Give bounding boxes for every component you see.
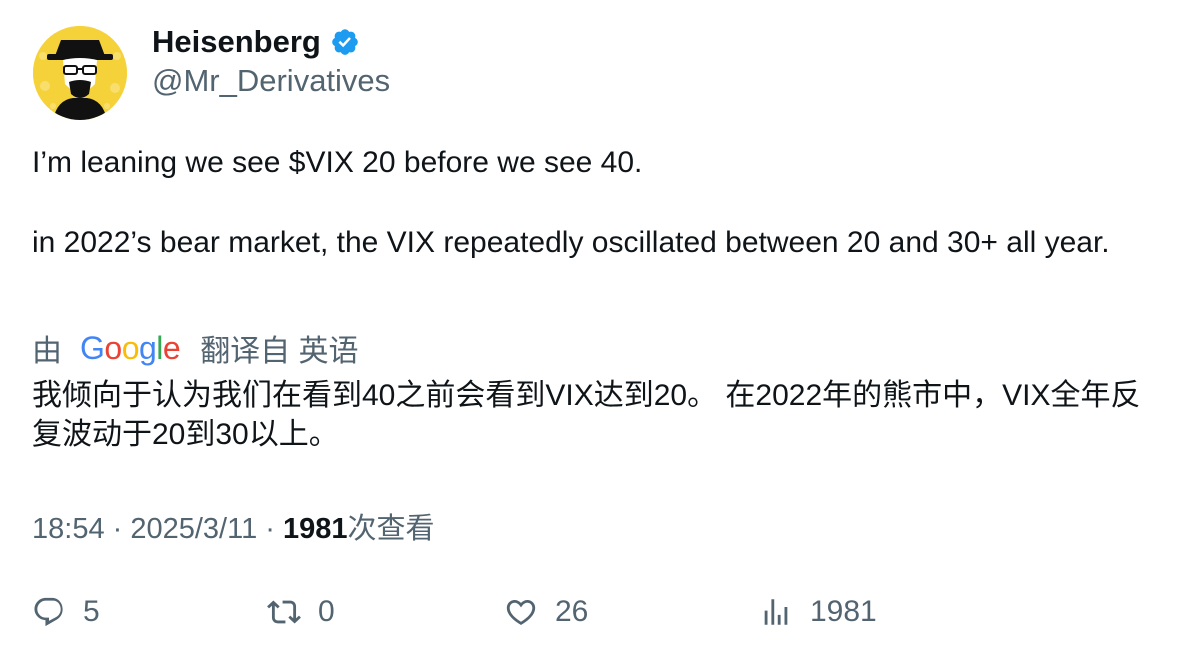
heart-icon xyxy=(506,599,536,625)
meta-separator: · xyxy=(257,513,284,545)
heisenberg-avatar-icon xyxy=(33,26,127,120)
views-label: 次查看 xyxy=(347,513,435,545)
author-avatar[interactable] xyxy=(33,26,127,120)
reply-icon xyxy=(34,597,63,627)
reply-button[interactable]: 5 xyxy=(32,590,100,634)
tweet-time[interactable]: 18:54 xyxy=(32,513,105,545)
translated-text: 我倾向于认为我们在看到40之前会看到VIX达到20。 在2022年的熊市中，VI… xyxy=(32,379,1141,451)
like-count: 26 xyxy=(555,595,589,628)
tweet-text: I’m leaning we see $VIX 20 before we see… xyxy=(32,143,1162,263)
translated-by-label: 由 xyxy=(32,335,62,368)
analytics-icon xyxy=(764,599,788,625)
like-button[interactable]: 26 xyxy=(504,590,588,634)
retweet-count: 0 xyxy=(318,595,335,628)
retweet-icon xyxy=(267,600,301,624)
retweet-button[interactable]: 0 xyxy=(267,590,335,634)
tweet-actions: 5 0 26 1981 xyxy=(32,590,1132,634)
tweet-date[interactable]: 2025/3/11 xyxy=(130,513,257,545)
views-count: 1981 xyxy=(283,513,348,545)
views-action-count: 1981 xyxy=(810,595,877,628)
translated-from-label[interactable]: 翻译自 英语 xyxy=(200,326,358,370)
tweet: Heisenberg @Mr_Derivatives I’m leaning w… xyxy=(0,0,1196,658)
display-name-text: Heisenberg xyxy=(152,24,321,59)
tweet-meta: 18:54 · 2025/3/11 · 1981次查看 xyxy=(32,505,435,547)
tweet-paragraph: I’m leaning we see $VIX 20 before we see… xyxy=(32,146,643,179)
author-display-name[interactable]: Heisenberg xyxy=(152,24,360,60)
translation-attribution: 由 Google 翻译自 英语 xyxy=(32,326,359,370)
tweet-paragraph: in 2022’s bear market, the VIX repeatedl… xyxy=(32,226,1110,259)
verified-badge-icon xyxy=(332,29,358,55)
views-button[interactable]: 1981 xyxy=(759,590,877,634)
reply-count: 5 xyxy=(83,595,100,628)
google-logo: Google xyxy=(80,329,181,366)
author-handle[interactable]: @Mr_Derivatives xyxy=(152,63,390,99)
meta-separator: · xyxy=(104,513,131,545)
